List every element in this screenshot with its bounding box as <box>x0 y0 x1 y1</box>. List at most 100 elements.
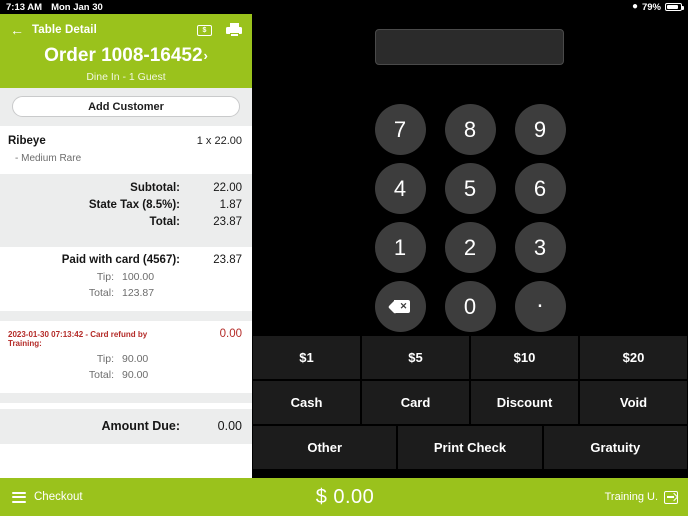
running-total-amount: $ 0.00 <box>315 485 375 508</box>
numeric-keypad: 7 8 9 4 5 6 1 2 3 ✕ 0 . <box>252 100 688 336</box>
payment-total-value: 123.87 <box>122 287 155 299</box>
key-decimal[interactable]: . <box>514 281 566 332</box>
refund-tip-value: 90.00 <box>122 353 149 365</box>
gratuity-button[interactable]: Gratuity <box>543 426 687 469</box>
cash-bill-icon[interactable]: $ <box>197 24 212 36</box>
tax-row: State Tax (8.5%): 1.87 <box>0 199 242 211</box>
printer-icon[interactable] <box>226 23 242 37</box>
discount-button[interactable]: Discount <box>471 381 578 424</box>
pos-app-window: 7:13 AM Mon Jan 30 ● 79% ← Table Detail … <box>0 0 688 516</box>
order-items-list: Ribeye 1 x 22.00 - Medium Rare <box>0 126 252 174</box>
refund-total-row: Total: 90.00 <box>0 369 242 381</box>
payment-title-row: Paid with card (4567): 23.87 <box>0 254 242 266</box>
status-bar-left: 7:13 AM Mon Jan 30 <box>6 2 103 13</box>
payment-total-row: Total: 123.87 <box>0 287 242 299</box>
key-2[interactable]: 2 <box>444 222 496 273</box>
payment-tip-row: Tip: 100.00 <box>0 271 242 283</box>
payment-tip-label: Tip: <box>96 271 114 283</box>
hamburger-menu-icon[interactable] <box>12 491 26 503</box>
key-8[interactable]: 8 <box>444 104 496 155</box>
order-number-title[interactable]: Order 1008-16452› <box>0 46 252 65</box>
misc-action-row: Other Print Check Gratuity <box>252 426 688 469</box>
section-divider-2 <box>0 311 252 321</box>
subtotal-value: 22.00 <box>213 182 242 194</box>
subtotal-row: Subtotal: 22.00 <box>0 182 242 194</box>
refund-tip-row: Tip: 90.00 <box>0 353 242 365</box>
subtotal-label: Subtotal: <box>130 182 180 194</box>
print-check-button[interactable]: Print Check <box>398 426 542 469</box>
quick-amount-5[interactable]: $5 <box>362 336 469 379</box>
void-button[interactable]: Void <box>580 381 687 424</box>
logout-icon[interactable] <box>664 490 678 504</box>
refund-tip-label: Tip: <box>96 353 114 365</box>
key-5[interactable]: 5 <box>444 163 496 214</box>
tax-label: State Tax (8.5%): <box>88 199 180 211</box>
key-0[interactable]: 0 <box>444 281 496 332</box>
bottom-bar: Checkout $ 0.00 Training U. <box>0 478 688 516</box>
backspace-icon: ✕ <box>387 299 410 314</box>
quick-amount-20[interactable]: $20 <box>580 336 687 379</box>
payment-title: Paid with card (4567): <box>61 254 180 266</box>
action-button-grid: $1 $5 $10 $20 Cash Card Discount Void Ot… <box>252 336 688 471</box>
order-header-toolbar: ← Table Detail $ <box>0 14 252 42</box>
order-totals: Subtotal: 22.00 State Tax (8.5%): 1.87 T… <box>0 174 252 237</box>
quick-amount-10[interactable]: $10 <box>471 336 578 379</box>
refund-title-row: 2023-01-30 07:13:42 - Card refund by Tra… <box>0 328 242 348</box>
order-header: ← Table Detail $ Order 1008-16452› Dine … <box>0 14 252 88</box>
battery-percent: 79% <box>641 1 661 13</box>
list-item[interactable]: Ribeye 1 x 22.00 <box>8 135 242 147</box>
payment-keypad-panel: 7 8 9 4 5 6 1 2 3 ✕ 0 . $1 $5 $10 $20 Ca… <box>252 14 688 516</box>
refund-title: 2023-01-30 07:13:42 - Card refund by Tra… <box>8 330 148 348</box>
section-divider-3 <box>0 393 252 403</box>
bottom-bar-right[interactable]: Training U. <box>478 490 688 504</box>
battery-icon <box>665 3 684 11</box>
status-bar: 7:13 AM Mon Jan 30 ● 79% <box>0 0 688 14</box>
payment-tip-value: 100.00 <box>122 271 155 283</box>
other-button[interactable]: Other <box>253 426 397 469</box>
add-customer-section: Add Customer <box>0 88 252 126</box>
key-3[interactable]: 3 <box>514 222 566 273</box>
bottom-bar-left[interactable]: Checkout <box>0 491 212 503</box>
refund-total-label: Total: <box>88 369 114 381</box>
quick-amount-1[interactable]: $1 <box>253 336 360 379</box>
section-divider <box>0 237 252 247</box>
total-label: Total: <box>149 216 180 228</box>
status-bar-right: ● 79% <box>631 1 684 13</box>
payment-amount: 23.87 <box>213 254 242 266</box>
amount-due-label: Amount Due: <box>101 419 180 433</box>
amount-due-value: 0.00 <box>217 419 242 433</box>
status-time: 7:13 AM <box>6 1 43 13</box>
add-customer-button[interactable]: Add Customer <box>12 96 240 117</box>
total-row: Total: 23.87 <box>0 216 242 228</box>
order-number-text: Order 1008-16452 <box>44 45 203 66</box>
quick-amount-row: $1 $5 $10 $20 <box>252 336 688 379</box>
refund-total-value: 90.00 <box>122 369 149 381</box>
status-date: Mon Jan 30 <box>51 1 103 13</box>
amount-due-section: Amount Due: 0.00 <box>0 409 252 444</box>
refund-entry[interactable]: 2023-01-30 07:13:42 - Card refund by Tra… <box>0 321 252 393</box>
amount-display-input[interactable] <box>375 29 564 65</box>
back-label[interactable]: Table Detail <box>32 24 97 36</box>
amount-due-row: Amount Due: 0.00 <box>0 419 242 433</box>
key-6[interactable]: 6 <box>514 163 566 214</box>
refund-amount: 0.00 <box>219 328 242 340</box>
item-name: Ribeye <box>8 135 46 147</box>
key-9[interactable]: 9 <box>514 104 566 155</box>
wifi-icon: ● <box>631 1 638 12</box>
tax-value: 1.87 <box>219 199 242 211</box>
key-1[interactable]: 1 <box>374 222 426 273</box>
order-detail-panel: ← Table Detail $ Order 1008-16452› Dine … <box>0 14 252 516</box>
payment-type-row: Cash Card Discount Void <box>252 381 688 424</box>
cash-button[interactable]: Cash <box>253 381 360 424</box>
key-backspace[interactable]: ✕ <box>374 281 426 332</box>
card-button[interactable]: Card <box>362 381 469 424</box>
key-4[interactable]: 4 <box>374 163 426 214</box>
key-7[interactable]: 7 <box>374 104 426 155</box>
payment-total-label: Total: <box>88 287 114 299</box>
checkout-label[interactable]: Checkout <box>34 491 83 503</box>
back-arrow-icon[interactable]: ← <box>10 23 24 37</box>
current-user-label: Training U. <box>604 491 658 503</box>
order-subtitle: Dine In - 1 Guest <box>86 71 166 83</box>
payment-entry[interactable]: Paid with card (4567): 23.87 Tip: 100.00… <box>0 247 252 311</box>
order-header-actions: $ <box>197 23 242 37</box>
